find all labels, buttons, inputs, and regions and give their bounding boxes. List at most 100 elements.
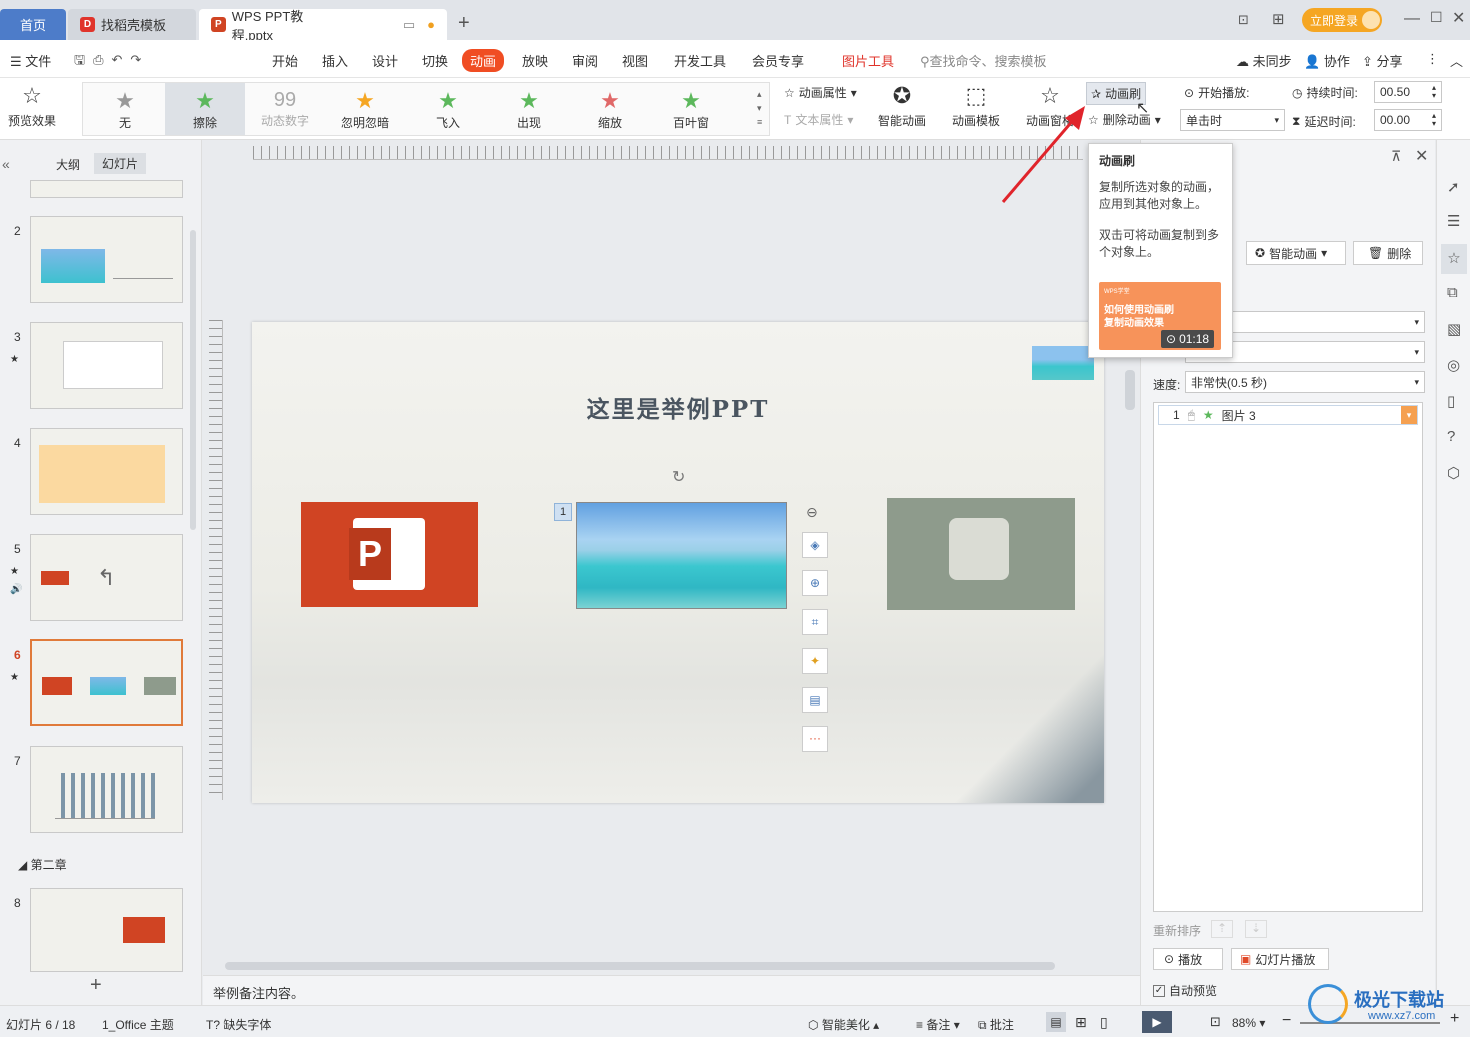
- slideshow-button[interactable]: ▣ 幻灯片播放: [1231, 948, 1329, 970]
- grid-view-icon[interactable]: ⊞: [1075, 1014, 1087, 1031]
- collab-button[interactable]: 👤 协作: [1304, 51, 1350, 70]
- close-pane-icon[interactable]: ✕: [1415, 146, 1428, 166]
- tab-slides[interactable]: 幻灯片: [94, 153, 147, 174]
- help-icon[interactable]: ?: [1447, 428, 1455, 445]
- layout-icon[interactable]: ⊡: [1238, 12, 1249, 28]
- delete-anim-button[interactable]: ☆ 删除动画 ▾: [1088, 111, 1161, 128]
- slide-thumb-1[interactable]: [30, 180, 183, 198]
- location-icon[interactable]: ◎: [1447, 356, 1460, 374]
- zoom-in-icon[interactable]: ⊕: [802, 570, 828, 596]
- redo-icon[interactable]: ↷: [130, 52, 149, 67]
- missing-font-button[interactable]: T? 缺失字体: [206, 1016, 271, 1033]
- menu-view[interactable]: 视图: [622, 51, 648, 70]
- menu-insert[interactable]: 插入: [322, 51, 348, 70]
- gray-logo-image[interactable]: [887, 498, 1075, 610]
- anim-list-item[interactable]: 1 🖱 ★ 图片 3 ▾: [1158, 405, 1418, 425]
- collapse-icon[interactable]: ⊖: [806, 504, 818, 521]
- idea-icon[interactable]: ✦: [802, 648, 828, 674]
- rocket-icon[interactable]: ➚: [1447, 178, 1460, 196]
- cube-icon[interactable]: ⬡: [1447, 464, 1460, 482]
- stepper-icon[interactable]: ▴ ▾: [1432, 112, 1436, 128]
- image-icon[interactable]: ▧: [1447, 320, 1461, 338]
- minimize-icon[interactable]: —: [1404, 10, 1420, 28]
- menu-transition[interactable]: 切换: [422, 51, 448, 70]
- menu-review[interactable]: 审阅: [572, 51, 598, 70]
- horizontal-scrollbar[interactable]: [225, 962, 1055, 970]
- pin-icon[interactable]: ⊼: [1391, 148, 1401, 165]
- menu-slideshow[interactable]: 放映: [522, 51, 548, 70]
- undo-icon[interactable]: ↶: [111, 52, 130, 67]
- notes-toggle-button[interactable]: ≡ 备注 ▾: [916, 1016, 960, 1033]
- reading-view-icon[interactable]: ▯: [1100, 1014, 1108, 1031]
- menu-animation[interactable]: 动画: [462, 49, 505, 72]
- monitor-icon[interactable]: ▭: [403, 17, 415, 33]
- animation-star-icon[interactable]: ☆: [1441, 244, 1467, 274]
- preview-effect-button[interactable]: ☆ 预览效果: [8, 82, 56, 129]
- smart-anim-button[interactable]: ✪ 智能动画: [878, 82, 926, 129]
- gallery-flicker[interactable]: ★ 忽明忽暗: [325, 83, 405, 135]
- gallery-number[interactable]: 99 动态数字: [245, 83, 325, 135]
- beautify-button[interactable]: ⬡ 智能美化 ▴: [808, 1016, 879, 1033]
- collapse-panel-icon[interactable]: «: [2, 156, 10, 172]
- maximize-icon[interactable]: ☐: [1430, 9, 1443, 26]
- delete-pane-button[interactable]: 🗑 删除: [1353, 241, 1423, 265]
- comment-button[interactable]: ⧉ 批注: [978, 1016, 1014, 1033]
- tab-home[interactable]: 首页: [0, 9, 66, 40]
- autopreview-checkbox[interactable]: ✓ 自动预览: [1153, 982, 1217, 999]
- picture-to-text-icon[interactable]: ▤: [802, 687, 828, 713]
- transition-icon[interactable]: ⧉: [1447, 284, 1458, 301]
- play-slideshow-button[interactable]: ▶: [1142, 1011, 1172, 1033]
- quick-access-toolbar[interactable]: 🖫⎙↶↷: [74, 51, 149, 73]
- crop-icon[interactable]: ⌗: [802, 609, 828, 635]
- save-icon[interactable]: 🖫: [74, 52, 93, 67]
- slide-thumb-6-active[interactable]: [30, 639, 183, 726]
- start-play-select[interactable]: 单击时 ▾: [1180, 109, 1285, 131]
- zoom-out-icon[interactable]: −: [1282, 1012, 1291, 1030]
- slide-canvas[interactable]: 这里是举例PPT P 1 ↻: [252, 322, 1104, 803]
- text-props-button[interactable]: T 文本属性 ▾: [784, 111, 853, 128]
- vertical-scrollbar[interactable]: [1125, 370, 1135, 410]
- speed-select[interactable]: 非常快(0.5 秒) ▾: [1185, 371, 1425, 393]
- menu-picture-tools[interactable]: 图片工具: [842, 51, 894, 70]
- slide-thumb-8[interactable]: [30, 888, 183, 972]
- anim-template-button[interactable]: ⬚ 动画模板: [952, 82, 1000, 129]
- panel-scrollbar[interactable]: [190, 230, 196, 530]
- notes-text[interactable]: 举例备注内容。: [213, 983, 304, 1002]
- file-menu[interactable]: ☰ 文件: [10, 51, 51, 70]
- collapse-ribbon-icon[interactable]: ︿: [1450, 51, 1463, 70]
- more-tools-icon[interactable]: ···: [802, 726, 828, 752]
- gallery-flyin[interactable]: ★ 飞入: [408, 83, 488, 135]
- section-header[interactable]: ◢ 第二章: [18, 856, 67, 873]
- anim-props-button[interactable]: ☆ 动画属性 ▾: [784, 84, 857, 101]
- normal-view-icon[interactable]: ▤: [1046, 1012, 1066, 1032]
- share-button[interactable]: ⇪ 分享: [1362, 51, 1403, 70]
- gallery-zoom[interactable]: ★ 缩放: [570, 83, 650, 135]
- rotate-handle-icon[interactable]: ↻: [672, 467, 685, 487]
- layers-icon[interactable]: ◈: [802, 532, 828, 558]
- close-window-icon[interactable]: ✕: [1452, 8, 1465, 28]
- checkbox-checked-icon[interactable]: ✓: [1153, 984, 1165, 997]
- sliders-icon[interactable]: ☰: [1447, 212, 1460, 230]
- menu-design[interactable]: 设计: [372, 51, 398, 70]
- play-button[interactable]: ⊙ 播放: [1153, 948, 1223, 970]
- smart-anim-pane-button[interactable]: ✪ 智能动画 ▾: [1246, 241, 1346, 265]
- slide-thumb-7[interactable]: [30, 746, 183, 833]
- anim-order-badge[interactable]: 1: [554, 503, 572, 521]
- apps-grid-icon[interactable]: ⊞: [1272, 10, 1285, 28]
- move-up-button[interactable]: ⇡: [1211, 920, 1233, 938]
- slide-thumb-4[interactable]: [30, 428, 183, 515]
- theme-name[interactable]: 1_Office 主题: [102, 1016, 174, 1033]
- more-icon[interactable]: ⋮: [1426, 51, 1439, 67]
- zoom-select[interactable]: 88% ▾: [1232, 1016, 1265, 1030]
- move-down-button[interactable]: ⇣: [1245, 920, 1267, 938]
- menu-developer[interactable]: 开发工具: [674, 51, 726, 70]
- tab-outline[interactable]: 大纲: [56, 156, 80, 173]
- corner-image[interactable]: [1032, 346, 1094, 380]
- menu-start[interactable]: 开始: [272, 51, 298, 70]
- tutorial-video[interactable]: WPS学堂 如何使用动画刷复制动画效果 ⊙ 01:18: [1099, 282, 1221, 350]
- duration-input[interactable]: 00.50 ▴ ▾: [1374, 81, 1442, 103]
- gallery-none[interactable]: ★ 无: [85, 83, 165, 135]
- slide-thumb-2[interactable]: [30, 216, 183, 303]
- search-command[interactable]: ⚲查找命令、搜索模板: [920, 51, 1047, 70]
- print-icon[interactable]: ⎙: [93, 52, 111, 67]
